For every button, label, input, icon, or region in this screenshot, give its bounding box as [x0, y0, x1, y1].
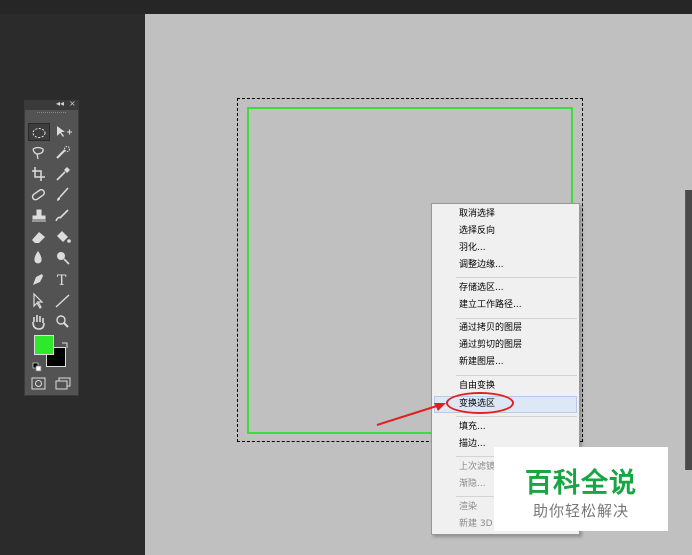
hand-icon[interactable] — [28, 313, 50, 331]
menu-item-stroke[interactable]: 描边... — [459, 437, 486, 452]
menu-separator — [456, 375, 577, 376]
watermark-subtitle: 助你轻松解决 — [532, 502, 629, 520]
toolbox-panel: ◂◂ × T — [24, 99, 79, 396]
toolbox-grip[interactable] — [37, 112, 66, 119]
menu-item-refine-edge[interactable]: 调整边缘... — [459, 258, 504, 273]
highlight-ellipse — [446, 392, 514, 414]
watermark: 百科全说 助你轻松解决 — [494, 447, 668, 531]
dodge-icon[interactable] — [52, 249, 74, 267]
history-brush-icon[interactable] — [52, 207, 74, 225]
menu-item-deselect[interactable]: 取消选择 — [459, 207, 495, 222]
right-panel-edge — [685, 190, 692, 470]
collapse-icon[interactable]: ◂◂ — [56, 99, 64, 108]
menu-separator — [456, 318, 577, 319]
close-icon[interactable]: × — [69, 99, 76, 108]
menu-item-new-3d: 新建 3D — [459, 519, 493, 529]
lasso-icon[interactable] — [28, 144, 50, 162]
quick-mask-icon[interactable] — [28, 375, 50, 393]
screen-mode-icon[interactable] — [52, 375, 74, 393]
svg-text:T: T — [57, 273, 67, 289]
menu-item-layer-via-cut[interactable]: 通过剪切的图层 — [459, 338, 522, 353]
quick-selection-icon[interactable] — [52, 144, 74, 162]
brush-icon[interactable] — [52, 186, 74, 204]
menu-item-fade: 渐隐... — [459, 479, 486, 489]
default-colors-icon[interactable] — [32, 357, 42, 372]
paint-bucket-icon[interactable] — [52, 228, 74, 246]
eyedropper-icon[interactable] — [52, 165, 74, 183]
blur-icon[interactable] — [28, 249, 50, 267]
menu-item-select-inverse[interactable]: 选择反向 — [459, 224, 495, 239]
path-selection-icon[interactable] — [28, 292, 50, 310]
red-arrow-icon — [376, 403, 446, 426]
menu-item-feather[interactable]: 羽化... — [459, 241, 486, 256]
zoom-icon[interactable] — [52, 313, 74, 331]
line-icon[interactable] — [52, 292, 74, 310]
eraser-icon[interactable] — [28, 228, 50, 246]
menu-item-fill[interactable]: 填充... — [459, 420, 486, 435]
type-icon[interactable]: T — [52, 271, 74, 289]
menu-separator — [456, 416, 577, 417]
toolbox-header: ◂◂ × — [25, 99, 78, 110]
menu-item-save-selection[interactable]: 存储选区... — [459, 281, 504, 296]
menu-item-render: 渲染 — [459, 502, 478, 512]
menu-item-new-layer[interactable]: 新建图层... — [459, 355, 504, 370]
move-icon[interactable] — [52, 123, 74, 141]
crop-icon[interactable] — [28, 165, 50, 183]
menu-item-layer-via-copy[interactable]: 通过拷贝的图层 — [459, 321, 522, 336]
pen-icon[interactable] — [28, 271, 50, 289]
watermark-title: 百科全说 — [525, 468, 637, 499]
foreground-color-swatch[interactable] — [34, 335, 54, 355]
menu-separator — [456, 277, 577, 278]
menu-item-last-filter: 上次滤镜 — [459, 462, 496, 472]
elliptical-marquee-icon[interactable] — [28, 123, 50, 141]
menu-item-make-work-path[interactable]: 建立工作路径... — [459, 298, 522, 313]
clone-stamp-icon[interactable] — [28, 207, 50, 225]
swap-colors-icon[interactable] — [60, 335, 70, 348]
title-strip — [0, 0, 692, 14]
healing-brush-icon[interactable] — [28, 186, 50, 204]
